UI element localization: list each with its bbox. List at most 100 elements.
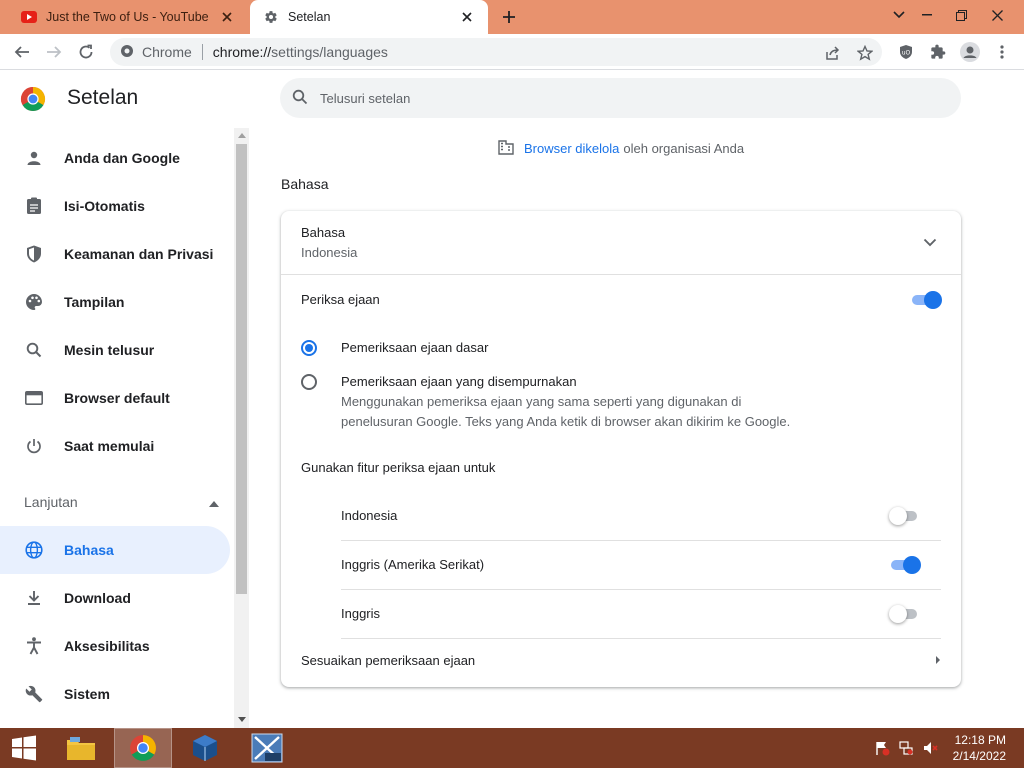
clipboard-icon xyxy=(24,196,44,216)
sidebar-item-appearance[interactable]: Tampilan xyxy=(0,278,230,326)
tab-title: Setelan xyxy=(288,10,331,24)
settings-search[interactable] xyxy=(280,78,961,118)
tab-youtube[interactable]: Just the Two of Us - YouTube xyxy=(8,0,248,34)
chrome-security-icon[interactable] xyxy=(120,44,134,61)
managed-text: oleh organisasi Anda xyxy=(623,141,745,156)
language-label: Bahasa xyxy=(301,225,346,240)
spellcheck-language-item[interactable]: Inggris xyxy=(341,590,941,639)
close-icon[interactable] xyxy=(218,8,236,26)
tab-settings[interactable]: Setelan xyxy=(250,0,488,34)
back-button[interactable] xyxy=(8,38,36,66)
enhanced-spellcheck-description: Menggunakan pemeriksa ejaan yang sama se… xyxy=(341,394,791,429)
sidebar-item-default-browser[interactable]: Browser default xyxy=(0,374,230,422)
virtualbox-icon[interactable] xyxy=(176,728,234,768)
language-toggle[interactable] xyxy=(889,556,921,574)
search-input[interactable] xyxy=(320,90,900,106)
sidebar-scrollbar[interactable] xyxy=(234,128,249,728)
network-icon[interactable] xyxy=(896,738,916,758)
restore-icon[interactable] xyxy=(944,0,978,30)
new-tab-button[interactable] xyxy=(498,6,520,28)
power-icon xyxy=(24,436,44,456)
scrollbar-thumb[interactable] xyxy=(236,144,247,594)
sidebar-item-security[interactable]: Keamanan dan Privasi xyxy=(0,230,230,278)
reload-button[interactable] xyxy=(72,38,100,66)
spellcheck-toggle[interactable] xyxy=(910,291,942,309)
customize-spellcheck-label: Sesuaikan pemeriksaan ejaan xyxy=(301,653,476,668)
section-title: Bahasa xyxy=(281,176,329,192)
sidebar-item-label: Aksesibilitas xyxy=(64,638,150,654)
spellcheck-label: Periksa ejaan xyxy=(301,292,380,307)
chevron-down-icon[interactable] xyxy=(923,235,939,251)
ublock-extension-icon[interactable]: uO xyxy=(892,38,920,66)
scroll-up-icon[interactable] xyxy=(237,130,246,140)
bookmark-star-icon[interactable] xyxy=(854,42,876,64)
url-path: settings/languages xyxy=(271,44,388,60)
wrench-icon xyxy=(24,684,44,704)
globe-icon xyxy=(24,540,44,560)
building-icon xyxy=(498,139,514,158)
basic-spellcheck-radio[interactable] xyxy=(301,340,317,356)
toggle-knob xyxy=(889,605,907,623)
language-toggle[interactable] xyxy=(889,507,919,525)
arrow-right-icon xyxy=(935,653,941,668)
divider xyxy=(201,44,203,60)
close-icon[interactable] xyxy=(458,8,476,26)
svg-text:uO: uO xyxy=(902,50,911,57)
toolbar: Chrome chrome://settings/languages uO xyxy=(0,34,1024,70)
shield-icon xyxy=(24,244,44,264)
spellcheck-language-item[interactable]: Inggris (Amerika Serikat) xyxy=(341,541,941,590)
managed-browser-link[interactable]: Browser dikelola xyxy=(524,141,619,156)
vista-app-icon[interactable] xyxy=(238,728,296,768)
settings-header: Setelan xyxy=(0,70,1024,128)
sidebar-item-label: Saat memulai xyxy=(64,438,155,454)
clock-time: 12:18 PM xyxy=(954,733,1006,747)
url-host: chrome:// xyxy=(212,44,272,60)
enhanced-spellcheck-radio[interactable] xyxy=(301,374,317,390)
minimize-icon[interactable] xyxy=(910,0,944,30)
action-center-flag-icon[interactable] xyxy=(872,738,892,758)
download-icon xyxy=(24,588,44,608)
sidebar-item-label: Sistem xyxy=(64,686,110,702)
sidebar-section-label: Lanjutan xyxy=(24,494,78,510)
tab-title: Just the Two of Us - YouTube xyxy=(46,10,209,24)
sidebar-item-on-startup[interactable]: Saat memulai xyxy=(0,422,230,470)
sidebar-item-languages[interactable]: Bahasa xyxy=(0,526,230,574)
language-toggle[interactable] xyxy=(889,605,919,623)
sidebar-item-accessibility[interactable]: Aksesibilitas xyxy=(0,622,230,670)
sidebar-item-label: Download xyxy=(64,590,131,606)
sidebar-item-you-and-google[interactable]: Anda dan Google xyxy=(0,134,230,182)
spellcheck-language-item[interactable]: Indonesia xyxy=(341,492,941,541)
managed-notice: Browser dikelola oleh organisasi Anda xyxy=(498,139,744,158)
sidebar-item-label: Isi-Otomatis xyxy=(64,198,145,214)
security-chip-label: Chrome xyxy=(142,44,192,60)
chrome-taskbar-icon[interactable] xyxy=(114,728,172,768)
page-title: Setelan xyxy=(67,86,139,109)
sidebar-item-system[interactable]: Sistem xyxy=(0,670,230,718)
profile-avatar[interactable] xyxy=(956,38,984,66)
sidebar-advanced-toggle[interactable]: Lanjutan xyxy=(24,478,219,526)
sidebar-item-search-engine[interactable]: Mesin telusur xyxy=(0,326,230,374)
tab-strip: Just the Two of Us - YouTube Setelan xyxy=(0,0,1024,34)
sidebar-item-label: Bahasa xyxy=(64,542,114,558)
use-spellcheck-for-label: Gunakan fitur periksa ejaan untuk xyxy=(301,460,496,475)
close-window-icon[interactable] xyxy=(980,0,1014,30)
language-name: Indonesia xyxy=(341,508,398,523)
browser-icon xyxy=(24,388,44,408)
menu-kebab-icon[interactable] xyxy=(988,38,1016,66)
address-bar[interactable]: Chrome chrome://settings/languages xyxy=(110,38,882,66)
language-value: Indonesia xyxy=(301,245,358,260)
sidebar-item-downloads[interactable]: Download xyxy=(0,574,230,622)
volume-muted-icon[interactable] xyxy=(920,738,940,758)
person-icon xyxy=(24,148,44,168)
file-explorer-icon[interactable] xyxy=(52,728,110,768)
sidebar-item-autofill[interactable]: Isi-Otomatis xyxy=(0,182,230,230)
forward-button[interactable] xyxy=(40,38,68,66)
language-dropdown-row[interactable]: Bahasa Indonesia xyxy=(281,211,961,275)
extensions-puzzle-icon[interactable] xyxy=(924,38,952,66)
start-button[interactable] xyxy=(0,728,48,768)
share-icon[interactable] xyxy=(822,42,844,64)
customize-spellcheck-row[interactable]: Sesuaikan pemeriksaan ejaan xyxy=(301,653,941,668)
system-clock[interactable]: 12:18 PM 2/14/2022 xyxy=(953,732,1006,764)
scroll-down-icon[interactable] xyxy=(237,714,246,724)
sidebar-item-label: Browser default xyxy=(64,390,170,406)
